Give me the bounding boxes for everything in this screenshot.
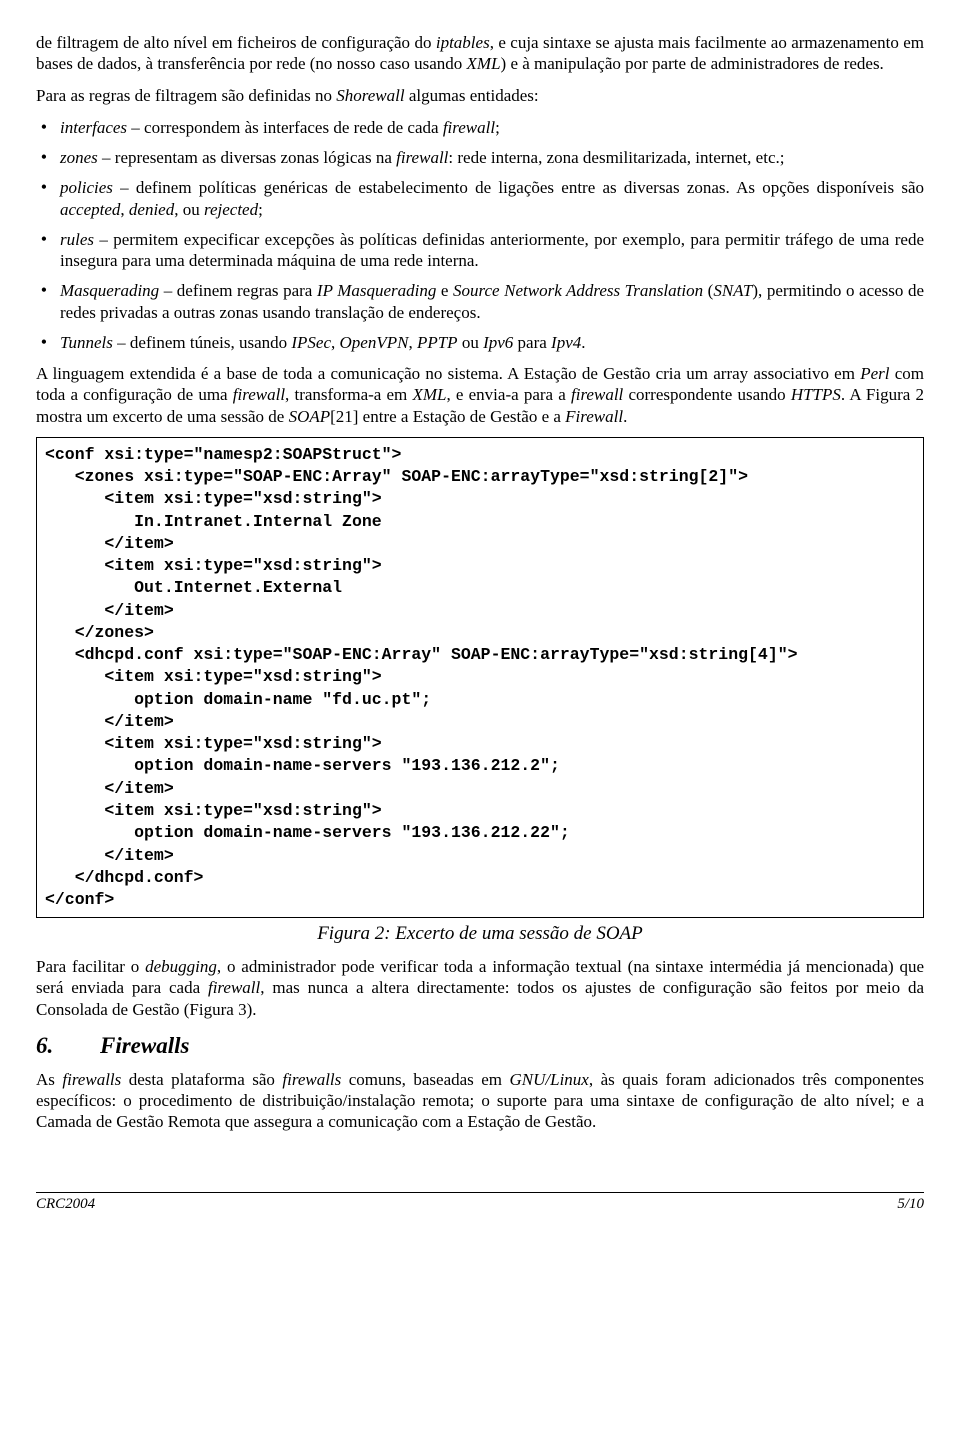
list-item: zones – representam as diversas zonas ló… xyxy=(56,146,924,168)
footer-right: 5/10 xyxy=(897,1195,924,1214)
list-item: Masquerading – definem regras para IP Ma… xyxy=(56,279,924,323)
code-listing-soap: <conf xsi:type="namesp2:SOAPStruct"> <zo… xyxy=(36,437,924,919)
paragraph-intro: de filtragem de alto nível em ficheiros … xyxy=(36,32,924,75)
section-heading-firewalls: 6.Firewalls xyxy=(36,1032,924,1061)
paragraph-firewalls: As firewalls desta plataforma são firewa… xyxy=(36,1069,924,1133)
list-item: policies – definem políticas genéricas d… xyxy=(56,176,924,220)
paragraph-debugging: Para facilitar o debugging, o administra… xyxy=(36,956,924,1020)
paragraph-entities-intro: Para as regras de filtragem são definida… xyxy=(36,85,924,106)
footer-left: CRC2004 xyxy=(36,1195,95,1214)
paragraph-language: A linguagem extendida é a base de toda a… xyxy=(36,363,924,427)
page-footer: CRC2004 5/10 xyxy=(36,1192,924,1214)
section-number: 6. xyxy=(36,1032,100,1061)
figure-caption: Figura 2: Excerto de uma sessão de SOAP xyxy=(36,922,924,946)
list-item: rules – permitem expecificar excepções à… xyxy=(56,228,924,272)
list-item: interfaces – correspondem às interfaces … xyxy=(56,116,924,138)
list-item: Tunnels – definem túneis, usando IPSec, … xyxy=(56,331,924,353)
bullet-list-entities: interfaces – correspondem às interfaces … xyxy=(36,116,924,353)
section-title: Firewalls xyxy=(100,1033,189,1058)
